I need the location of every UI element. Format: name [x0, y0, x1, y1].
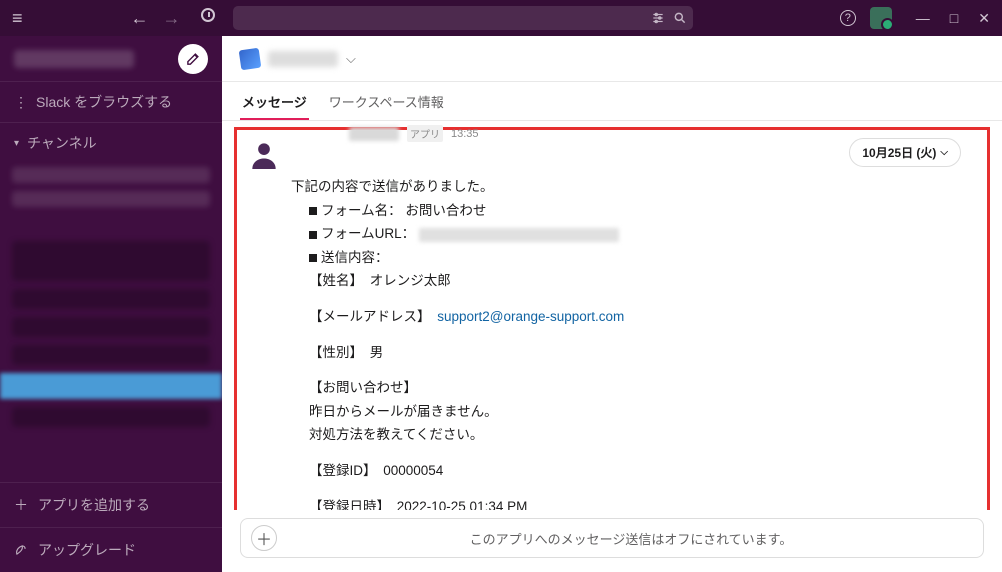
forward-icon[interactable]: → [163, 8, 181, 29]
compose-button[interactable] [178, 44, 208, 74]
message-area: 10月25日 (火) ⌵ アプリ 13:35 [222, 121, 1002, 510]
plus-icon: ＋ [14, 495, 28, 515]
add-app-label: アプリを追加する [38, 495, 150, 515]
window-controls: — □ ✕ [916, 10, 990, 27]
sidebar: ⋮ Slack をブラウズする ▾ チャンネル ＋ アプリを追加する アップグレ… [0, 36, 222, 572]
chevron-down-icon: ⌵ [940, 147, 948, 158]
message-body: 下記の内容で送信がありました。 フォーム名： お問い合わせ フォームURL： 送… [291, 176, 977, 510]
more-icon: ⋮ [14, 94, 28, 111]
maximize-button[interactable]: □ [950, 10, 958, 27]
minimize-button[interactable]: — [916, 10, 930, 27]
workspace-name [14, 50, 134, 68]
history-icon[interactable] [201, 8, 215, 22]
gender-row: 【性別】 男 [309, 342, 977, 364]
channels-section[interactable]: ▾ チャンネル [0, 123, 222, 163]
message-time: 13:35 [451, 128, 479, 140]
inquiry-label: 【お問い合わせ】 [309, 377, 977, 399]
channel-header: ⌵ [222, 36, 1002, 82]
tab-messages[interactable]: メッセージ [240, 84, 309, 120]
regid-row: 【登録ID】 00000054 [309, 460, 977, 482]
channel-name [268, 51, 338, 67]
titlebar: ≡ ← → ? — □ ✕ [0, 0, 1002, 36]
app-tag: アプリ [407, 125, 443, 142]
channel-item[interactable] [12, 407, 210, 427]
main: ⌵ メッセージ ワークスペース情報 10月25日 (火) ⌵ [222, 36, 1002, 572]
titlebar-left: ≡ [12, 8, 23, 29]
composer: ＋ このアプリへのメッセージ送信はオフにされています。 [240, 518, 984, 558]
sender-avatar[interactable] [247, 138, 281, 172]
composer-notice: このアプリへのメッセージ送信はオフにされています。 [289, 529, 973, 548]
person-icon [250, 141, 278, 169]
close-button[interactable]: ✕ [978, 10, 990, 27]
form-name-row: フォーム名： お問い合わせ [309, 200, 977, 222]
attach-button[interactable]: ＋ [251, 525, 277, 551]
workspace-header[interactable] [0, 36, 222, 82]
inquiry-line1: 昨日からメールが届きません。 [309, 401, 977, 423]
form-url-row: フォームURL： [309, 223, 977, 245]
search-icon[interactable] [673, 11, 687, 25]
upgrade-label: アップグレード [38, 540, 136, 560]
date-divider[interactable]: 10月25日 (火) ⌵ [849, 138, 961, 167]
nav-arrows: ← → [131, 8, 215, 29]
channel-item[interactable] [12, 317, 210, 337]
hamburger-icon[interactable]: ≡ [12, 8, 23, 29]
rocket-icon [14, 543, 28, 557]
email-row: 【メールアドレス】 support2@orange-support.com [309, 306, 977, 328]
upgrade[interactable]: アップグレード [0, 527, 222, 572]
highlight-box: 10月25日 (火) ⌵ アプリ 13:35 [234, 127, 990, 510]
channel-item[interactable] [12, 167, 210, 183]
user-avatar[interactable] [870, 7, 892, 29]
channel-icon [239, 47, 262, 70]
search-bar[interactable] [233, 6, 693, 30]
intro-text: 下記の内容で送信がありました。 [291, 176, 977, 198]
filter-icon[interactable] [651, 11, 665, 25]
name-row: 【姓名】 オレンジ太郎 [309, 270, 977, 292]
channel-item-selected[interactable] [0, 373, 222, 399]
browse-slack[interactable]: ⋮ Slack をブラウズする [0, 82, 222, 123]
chevron-down-icon[interactable]: ⌵ [346, 51, 356, 67]
date-label: 10月25日 (火) [862, 144, 936, 161]
tabs: メッセージ ワークスペース情報 [222, 82, 1002, 121]
redacted-url [419, 228, 619, 242]
inquiry-line2: 対処方法を教えてください。 [309, 424, 977, 446]
help-icon[interactable]: ? [840, 10, 856, 26]
channels-label: チャンネル [27, 133, 97, 153]
titlebar-right: ? — □ ✕ [840, 7, 990, 29]
channel-item[interactable] [12, 241, 210, 281]
tab-workspace-info[interactable]: ワークスペース情報 [327, 84, 446, 120]
chevron-down-icon: ▾ [14, 138, 19, 149]
add-app[interactable]: ＋ アプリを追加する [0, 482, 222, 527]
channel-item[interactable] [12, 345, 210, 365]
regdate-row: 【登録日時】 2022-10-25 01:34 PM [309, 496, 977, 510]
browse-slack-label: Slack をブラウズする [36, 92, 172, 112]
back-icon[interactable]: ← [131, 8, 149, 29]
sender-name [349, 127, 399, 141]
compose-icon [186, 51, 201, 66]
channel-item[interactable] [12, 289, 210, 309]
submit-content-row: 送信内容： [309, 247, 977, 269]
channel-item[interactable] [12, 191, 210, 207]
email-link[interactable]: support2@orange-support.com [437, 309, 624, 324]
